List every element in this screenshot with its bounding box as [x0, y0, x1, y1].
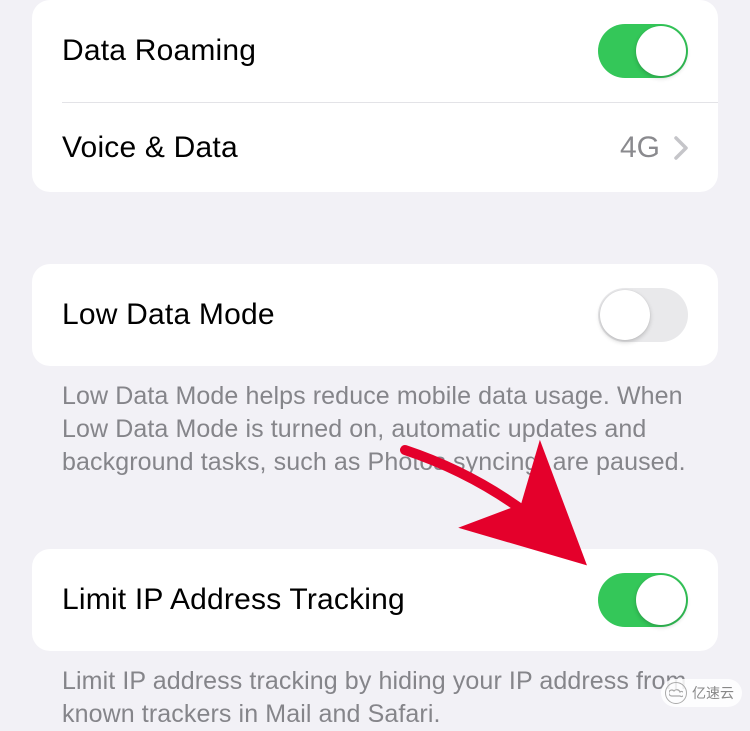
row-data-roaming[interactable]: Data Roaming — [32, 0, 718, 102]
footer-limit-ip: Limit IP address tracking by hiding your… — [0, 651, 750, 731]
chevron-right-icon — [674, 136, 688, 160]
toggle-data-roaming[interactable] — [598, 24, 688, 78]
settings-group-low-data: Low Data Mode — [32, 264, 718, 366]
watermark: 亿速云 — [661, 679, 742, 707]
row-low-data-mode[interactable]: Low Data Mode — [32, 264, 718, 366]
label-limit-ip: Limit IP Address Tracking — [62, 583, 405, 617]
label-voice-data: Voice & Data — [62, 131, 238, 165]
row-right: 4G — [620, 131, 688, 165]
value-voice-data: 4G — [620, 131, 660, 165]
toggle-limit-ip[interactable] — [598, 573, 688, 627]
footer-low-data-mode: Low Data Mode helps reduce mobile data u… — [0, 366, 750, 479]
watermark-text: 亿速云 — [692, 683, 734, 703]
toggle-knob — [636, 26, 686, 76]
row-limit-ip[interactable]: Limit IP Address Tracking — [32, 549, 718, 651]
row-voice-data[interactable]: Voice & Data 4G — [62, 102, 718, 192]
toggle-knob — [636, 575, 686, 625]
settings-group-cellular: Data Roaming Voice & Data 4G — [32, 0, 718, 192]
toggle-low-data-mode[interactable] — [598, 288, 688, 342]
label-data-roaming: Data Roaming — [62, 34, 256, 68]
toggle-knob — [600, 290, 650, 340]
watermark-icon — [665, 682, 687, 704]
label-low-data-mode: Low Data Mode — [62, 298, 275, 332]
settings-group-limit-ip: Limit IP Address Tracking — [32, 549, 718, 651]
